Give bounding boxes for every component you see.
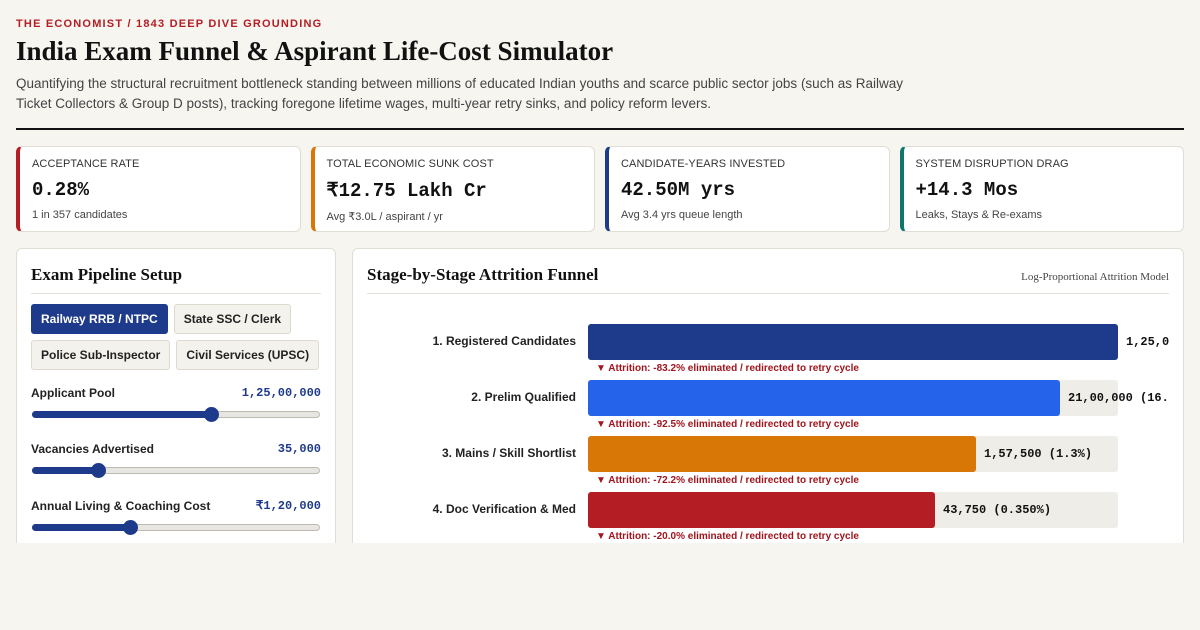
funnel-stage: 4. Doc Verification & Med 43,750 (0.350%)…: [367, 492, 1169, 548]
header-divider: [16, 128, 1184, 130]
kpi-label: TOTAL ECONOMIC SUNK COST: [326, 158, 494, 170]
living-cost-value: ₹1,20,000: [255, 499, 321, 513]
funnel-stage: 1. Registered Candidates 1,25,00,000 (100…: [367, 324, 1169, 380]
funnel-title: Stage-by-Stage Attrition Funnel: [367, 265, 599, 284]
kpi-subtext: Avg ₹3.0L / aspirant / yr: [326, 211, 443, 223]
kpi-label: SYSTEM DISRUPTION DRAG: [915, 158, 1069, 170]
vacancies-label: Vacancies Advertised: [31, 442, 154, 456]
kicker: THE ECONOMIST / 1843 DEEP DIVE GROUNDING: [16, 18, 323, 30]
stage-value: 43,750 (0.350%): [943, 503, 1052, 517]
kpi-sunk-cost: TOTAL ECONOMIC SUNK COST ₹12.75 Lakh Cr …: [310, 146, 595, 232]
kpi-candidate-years: CANDIDATE-YEARS INVESTED 42.50M yrs Avg …: [605, 146, 890, 232]
stage-label: 2. Prelim Qualified: [471, 390, 576, 404]
slider-thumb[interactable]: [122, 520, 138, 535]
applicant-pool-value: 1,25,00,000: [241, 386, 321, 400]
stage-bar[interactable]: [588, 380, 1060, 416]
stage-label: 1. Registered Candidates: [432, 334, 576, 348]
stage-value: 1,57,500 (1.3%): [984, 447, 1093, 461]
stage-bar[interactable]: [588, 492, 935, 528]
model-note: Log-Proportional Attrition Model: [1021, 271, 1169, 283]
kpi-value: +14.3 Mos: [915, 179, 1019, 201]
stage-label: 3. Mains / Skill Shortlist: [441, 446, 576, 460]
kpi-disruption-drag: SYSTEM DISRUPTION DRAG +14.3 Mos Leaks, …: [899, 146, 1184, 232]
kpi-value: ₹12.75 Lakh Cr: [326, 180, 487, 202]
preset-police-button[interactable]: Police Sub-Inspector: [31, 340, 171, 370]
slider-fill: [32, 411, 211, 418]
slider-thumb[interactable]: [203, 407, 219, 422]
stage-attrition-note: ▼ Attrition: -20.0% eliminated / redirec…: [596, 531, 859, 542]
applicant-pool-slider[interactable]: [31, 406, 321, 422]
slider-fill: [32, 524, 130, 531]
stage-attrition-note: ▼ Attrition: -72.2% eliminated / redirec…: [596, 475, 859, 486]
applicant-pool-label: Applicant Pool: [31, 386, 115, 400]
funnel-stage: 3. Mains / Skill Shortlist 1,57,500 (1.3%…: [367, 436, 1169, 492]
funnel-chart: 1. Registered Candidates 1,25,00,000 (100…: [367, 324, 1169, 548]
living-cost-label: Annual Living & Coaching Cost: [31, 498, 211, 513]
page-title: India Exam Funnel & Aspirant Life-Cost S…: [16, 36, 614, 66]
vacancies-slider[interactable]: [31, 462, 321, 478]
kpi-label: ACCEPTANCE RATE: [32, 158, 140, 170]
preset-state-ssc-button[interactable]: State SSC / Clerk: [173, 304, 292, 334]
kpi-label: CANDIDATE-YEARS INVESTED: [621, 158, 786, 170]
slider-thumb[interactable]: [90, 463, 106, 478]
vacancies-value: 35,000: [277, 442, 321, 456]
preset-row: Railway RRB / NTPC State SSC / Clerk: [31, 304, 321, 334]
preset-railway-button[interactable]: Railway RRB / NTPC: [31, 304, 168, 334]
stage-value: 21,00,000 (16.8%): [1068, 391, 1169, 405]
kpi-subtext: 1 in 357 candidates: [32, 209, 128, 221]
preset-upsc-button[interactable]: Civil Services (UPSC): [176, 340, 320, 370]
vacancies-control: Vacancies Advertised 35,000: [31, 442, 321, 478]
kpi-subtext: Avg 3.4 yrs queue length: [621, 209, 743, 221]
kpi-subtext: Leaks, Stays & Re-exams: [915, 209, 1043, 221]
pipeline-setup-title: Exam Pipeline Setup: [31, 265, 321, 294]
slider-fill: [32, 467, 98, 474]
stage-bar[interactable]: [588, 324, 1118, 360]
kpi-value: 0.28%: [32, 179, 90, 201]
kpi-value: 42.50M yrs: [621, 179, 736, 201]
applicant-pool-control: Applicant Pool 1,25,00,000: [31, 386, 321, 422]
viewport-cutoff: [0, 543, 1200, 630]
kpi-row: ACCEPTANCE RATE 0.28% 1 in 357 candidate…: [16, 146, 1184, 232]
living-cost-slider[interactable]: [31, 519, 321, 535]
preset-row: Police Sub-Inspector Civil Services (UPS…: [31, 340, 321, 370]
stage-attrition-note: ▼ Attrition: -92.5% eliminated / redirec…: [596, 419, 859, 430]
stage-bar[interactable]: [588, 436, 976, 472]
stage-label: 4. Doc Verification & Med: [432, 502, 576, 516]
living-cost-control: Annual Living & Coaching Cost ₹1,20,000: [31, 498, 321, 535]
funnel-stage: 2. Prelim Qualified 21,00,000 (16.8%) ▼ At…: [367, 380, 1169, 436]
stage-value: 1,25,00,000 (100%): [1126, 335, 1169, 349]
page-subtitle: Quantifying the structural recruitment b…: [16, 76, 903, 111]
kpi-acceptance-rate: ACCEPTANCE RATE 0.28% 1 in 357 candidate…: [16, 146, 301, 232]
stage-attrition-note: ▼ Attrition: -83.2% eliminated / redirec…: [596, 363, 859, 374]
